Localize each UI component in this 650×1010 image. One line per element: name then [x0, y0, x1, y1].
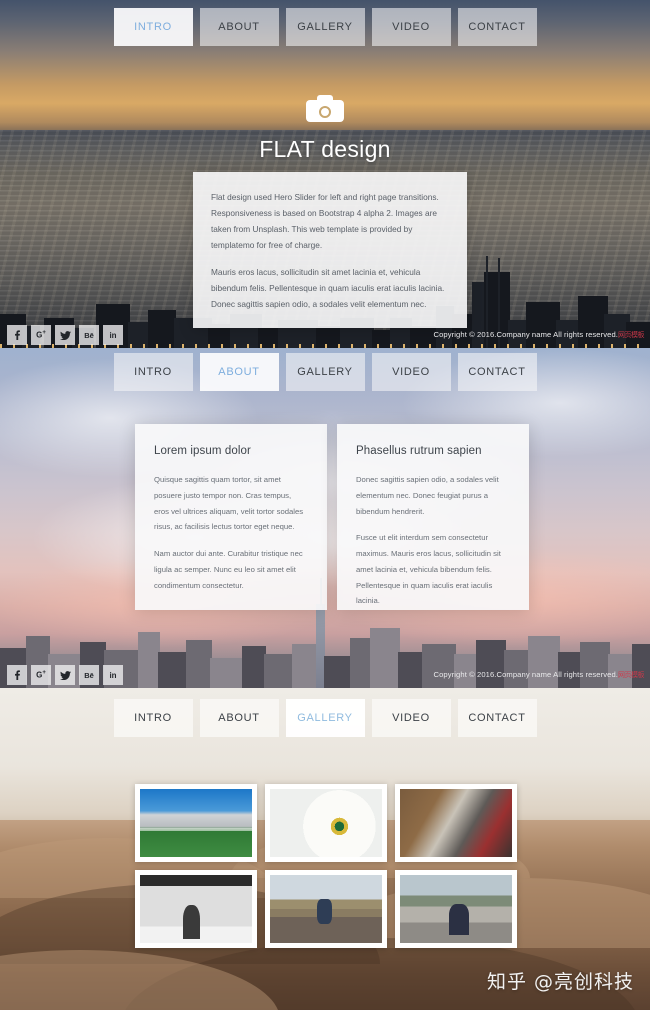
- nav-item-intro[interactable]: INTRO: [113, 8, 193, 46]
- section-intro: INTRO ABOUT GALLERY VIDEO CONTACT FLAT d…: [0, 0, 650, 348]
- nav-label: VIDEO: [392, 712, 430, 724]
- about-card-2: Phasellus rutrum sapien Donec sagittis s…: [337, 424, 529, 610]
- hero-title: FLAT design: [259, 136, 391, 162]
- nav-item-about[interactable]: ABOUT: [199, 699, 279, 737]
- nav-item-gallery[interactable]: GALLERY: [285, 353, 365, 391]
- nav-label: INTRO: [134, 21, 172, 33]
- nav-item-contact[interactable]: CONTACT: [457, 353, 537, 391]
- nav-item-video[interactable]: VIDEO: [371, 353, 451, 391]
- nav-item-contact[interactable]: CONTACT: [457, 699, 537, 737]
- navbar-gallery[interactable]: INTRO ABOUT GALLERY VIDEO CONTACT: [0, 699, 650, 737]
- nav-label: INTRO: [134, 366, 172, 378]
- gallery-grid: [135, 784, 517, 948]
- mother-and-child-on-street-photo: [400, 875, 512, 943]
- hero-logo: [0, 95, 650, 127]
- nav-item-intro[interactable]: INTRO: [113, 353, 193, 391]
- facebook-icon[interactable]: [7, 665, 27, 685]
- social-links[interactable]: G+ Bē in: [7, 665, 123, 685]
- twitter-icon[interactable]: [55, 325, 75, 345]
- nav-label: CONTACT: [468, 366, 526, 378]
- nav-label: VIDEO: [392, 366, 430, 378]
- footer-bar-about: G+ Bē in Copyright © 2016.Company name A…: [0, 662, 650, 688]
- nav-label: CONTACT: [468, 712, 526, 724]
- about-card-1-title: Lorem ipsum dolor: [154, 445, 251, 457]
- about-card-2-paragraph-1: Donec sagittis sapien odio, a sodales ve…: [356, 475, 499, 516]
- nav-item-about[interactable]: ABOUT: [199, 8, 279, 46]
- behance-icon[interactable]: Bē: [79, 325, 99, 345]
- google-plus-icon[interactable]: G+: [31, 665, 51, 685]
- gallery-thumb-3[interactable]: [395, 784, 517, 862]
- nav-label: GALLERY: [297, 712, 353, 724]
- stadium-football-photo: [140, 789, 252, 857]
- nav-item-intro[interactable]: INTRO: [113, 699, 193, 737]
- camera-icon: [306, 95, 344, 122]
- woman-playing-guitar-photo: [400, 789, 512, 857]
- about-card-2-title: Phasellus rutrum sapien: [356, 445, 482, 457]
- zhihu-watermark: 知乎 @亮创科技: [486, 971, 634, 993]
- navbar-intro[interactable]: INTRO ABOUT GALLERY VIDEO CONTACT: [0, 8, 650, 46]
- copyright-label: Copyright © 2016.Company name All rights…: [433, 670, 618, 679]
- nav-label: INTRO: [134, 712, 172, 724]
- about-card-1: Lorem ipsum dolor Quisque sagittis quam …: [135, 424, 327, 610]
- white-daisy-flower-photo: [270, 789, 382, 857]
- nav-item-video[interactable]: VIDEO: [371, 8, 451, 46]
- nav-label: CONTACT: [468, 21, 526, 33]
- hero-description-card: Flat design used Hero Slider for left an…: [193, 172, 467, 329]
- linkedin-icon[interactable]: in: [103, 665, 123, 685]
- hero-paragraph-1: Flat design used Hero Slider for left an…: [211, 192, 439, 250]
- gallery-thumb-5[interactable]: [265, 870, 387, 948]
- nav-item-about[interactable]: ABOUT: [199, 353, 279, 391]
- woman-riding-bicycle-photo: [270, 875, 382, 943]
- nav-label: VIDEO: [392, 21, 430, 33]
- copyright-watermark: 网页模板: [618, 672, 645, 679]
- page-root: INTRO ABOUT GALLERY VIDEO CONTACT FLAT d…: [0, 0, 650, 1010]
- nav-label: ABOUT: [218, 366, 260, 378]
- nav-label: GALLERY: [297, 366, 353, 378]
- copyright-watermark: 网页模板: [618, 332, 645, 339]
- hero-paragraph-2: Mauris eros lacus, sollicitudin sit amet…: [211, 266, 445, 309]
- about-card-1-paragraph-1: Quisque sagittis quam tortor, sit amet p…: [154, 475, 304, 532]
- social-links[interactable]: G+ Bē in: [7, 325, 123, 345]
- facebook-icon[interactable]: [7, 325, 27, 345]
- about-card-1-paragraph-2: Nam auctor dui ante. Curabitur tristique…: [154, 549, 303, 590]
- nav-item-gallery[interactable]: GALLERY: [285, 699, 365, 737]
- nav-label: GALLERY: [297, 21, 353, 33]
- behance-icon[interactable]: Bē: [79, 665, 99, 685]
- google-plus-icon[interactable]: G+: [31, 325, 51, 345]
- footer-bar-intro: G+ Bē in Copyright © 2016.Company name A…: [0, 322, 650, 348]
- gallery-thumb-6[interactable]: [395, 870, 517, 948]
- nav-item-gallery[interactable]: GALLERY: [285, 8, 365, 46]
- nav-label: ABOUT: [218, 712, 260, 724]
- gallery-thumb-2[interactable]: [265, 784, 387, 862]
- nav-label: ABOUT: [218, 21, 260, 33]
- nav-item-video[interactable]: VIDEO: [371, 699, 451, 737]
- navbar-about[interactable]: INTRO ABOUT GALLERY VIDEO CONTACT: [0, 353, 650, 391]
- woman-in-subway-station-photo: [140, 875, 252, 943]
- about-card-2-paragraph-2: Fusce ut elit interdum sem consectetur m…: [356, 533, 501, 606]
- copyright-text-about: Copyright © 2016.Company name All rights…: [434, 670, 645, 680]
- gallery-thumb-4[interactable]: [135, 870, 257, 948]
- linkedin-icon[interactable]: in: [103, 325, 123, 345]
- gallery-thumb-1[interactable]: [135, 784, 257, 862]
- copyright-label: Copyright © 2016.Company name All rights…: [433, 330, 618, 339]
- copyright-text-intro: Copyright © 2016.Company name All rights…: [434, 330, 645, 340]
- nav-item-contact[interactable]: CONTACT: [457, 8, 537, 46]
- twitter-icon[interactable]: [55, 665, 75, 685]
